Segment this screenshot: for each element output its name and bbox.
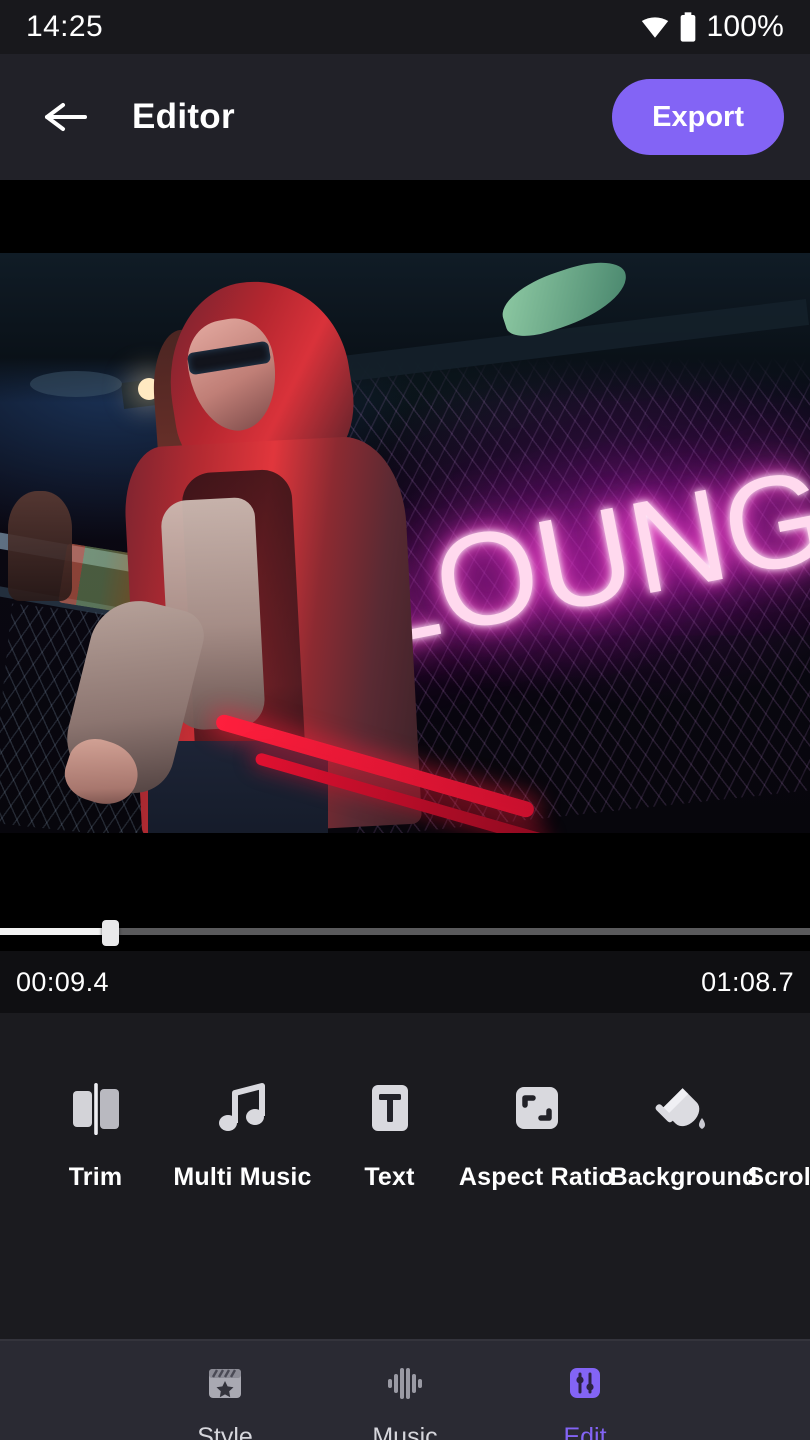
export-button[interactable]: Export	[612, 79, 784, 155]
nav-label: Music	[372, 1422, 438, 1440]
tool-multi-music[interactable]: Multi Music	[169, 1071, 316, 1192]
back-arrow-icon	[45, 103, 87, 131]
aspect-ratio-icon	[506, 1071, 568, 1145]
scrubber-thumb[interactable]	[102, 920, 120, 946]
page-title: Editor	[132, 97, 235, 136]
nav-item-music[interactable]: Music	[315, 1357, 495, 1440]
tool-strip[interactable]: Trim Multi Music Text Aspect Ratio Backg…	[0, 1013, 810, 1341]
video-preview[interactable]: LOUNG	[0, 180, 810, 907]
tool-aspect-ratio[interactable]: Aspect Ratio	[459, 1071, 614, 1192]
music-note-icon	[212, 1071, 274, 1145]
status-bar-clock: 14:25	[26, 10, 104, 43]
tool-strip-divider	[0, 1339, 810, 1341]
tool-label: Text	[364, 1163, 415, 1191]
tool-label: Trim	[68, 1163, 123, 1191]
tool-list: Trim Multi Music Text Aspect Ratio Backg…	[0, 1071, 810, 1192]
status-bar-indicators: 100%	[640, 10, 784, 44]
wifi-icon	[642, 17, 669, 38]
nav-label: Style	[197, 1422, 253, 1440]
sliders-icon	[563, 1357, 607, 1409]
scrolling-text-icon	[800, 1071, 810, 1145]
bottom-navigation: Style Music Edit	[0, 1341, 810, 1440]
back-button[interactable]	[34, 85, 98, 149]
video-frame: LOUNG	[0, 253, 810, 833]
playback-scrubber[interactable]	[0, 907, 810, 951]
current-time-label: 00:09.4	[16, 966, 109, 997]
video-editor-screen: 14:25 100% Editor Export LOUNG 00:09.4 0…	[0, 0, 810, 1440]
battery-percent-label: 100%	[706, 10, 784, 43]
trim-icon	[65, 1071, 127, 1145]
letterbox-bottom	[0, 833, 810, 907]
tool-label: Multi Music	[173, 1163, 312, 1191]
tool-text[interactable]: Text	[316, 1071, 463, 1192]
video-scene: LOUNG	[0, 253, 810, 833]
nav-label: Edit	[563, 1422, 607, 1440]
scrubber-progress-fill	[0, 928, 111, 935]
nav-item-edit[interactable]: Edit	[495, 1357, 675, 1440]
tool-background[interactable]: Background	[610, 1071, 757, 1192]
time-readout: 00:09.4 01:08.7	[0, 951, 810, 1013]
tool-label: Aspect Ratio	[458, 1163, 615, 1191]
total-time-label: 01:08.7	[701, 966, 794, 997]
tool-label: Scrolling Text	[747, 1163, 810, 1191]
neon-sign-text: LOUNG	[350, 440, 810, 675]
nav-item-style[interactable]: Style	[135, 1357, 315, 1440]
text-t-icon	[359, 1071, 421, 1145]
waveform-icon	[383, 1357, 427, 1409]
tool-label: Background	[609, 1163, 758, 1191]
paint-bucket-icon	[653, 1071, 715, 1145]
scrubber-track[interactable]	[0, 928, 810, 935]
letterbox-top	[0, 180, 810, 253]
clapperboard-star-icon	[203, 1357, 247, 1409]
editor-header: Editor Export	[0, 54, 810, 180]
battery-full-icon	[681, 12, 696, 42]
tool-trim[interactable]: Trim	[22, 1071, 169, 1192]
tool-scrolling-text[interactable]: Scrolling Text	[747, 1071, 810, 1192]
subject-person	[40, 268, 423, 833]
status-bar: 14:25 100%	[0, 0, 810, 54]
